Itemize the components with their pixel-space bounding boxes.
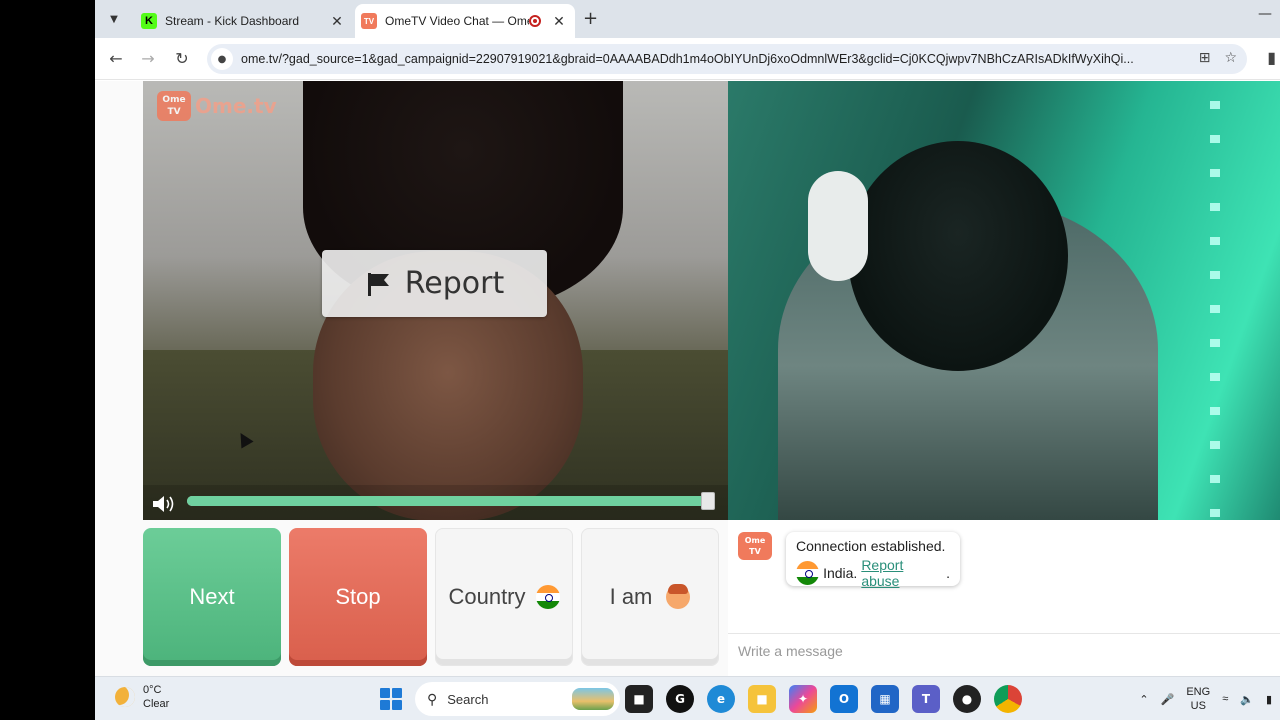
tab-search-chevron-icon[interactable]: ▼ <box>103 8 125 30</box>
tab-title: Stream - Kick Dashboard <box>165 14 300 28</box>
task-view-icon[interactable]: ■ <box>625 685 653 713</box>
stop-button[interactable]: Stop <box>289 528 427 666</box>
kick-icon: K <box>141 13 157 29</box>
region-code: US <box>1190 700 1206 712</box>
tab-strip: ▼ K Stream - Kick Dashboard ✕ TV OmeTV V… <box>95 0 1280 38</box>
temperature: 0°C <box>143 684 162 696</box>
report-abuse-link[interactable]: Report abuse <box>861 557 942 589</box>
flag-icon <box>367 272 389 296</box>
self-video: Ome TV Ome.tv Report <box>143 81 728 520</box>
ome-tv-icon: TV <box>361 13 377 29</box>
edge-icon[interactable]: e <box>707 685 735 713</box>
india-flag-icon <box>535 585 560 609</box>
address-bar[interactable]: ● ome.tv/?gad_source=1&gad_campaignid=22… <box>207 44 1247 74</box>
file-explorer-icon[interactable]: ■ <box>748 685 776 713</box>
obs-icon[interactable]: ● <box>953 685 981 713</box>
copilot-icon[interactable]: ✦ <box>789 685 817 713</box>
battery-icon[interactable]: ▮ <box>1266 693 1272 706</box>
country-button[interactable]: Country <box>435 528 573 666</box>
taskbar-search[interactable]: ⚲ Search <box>415 682 620 716</box>
microphone-icon[interactable]: 🎤 <box>1161 693 1175 706</box>
tab-ometv[interactable]: TV OmeTV Video Chat — Ome ✕ <box>355 4 575 38</box>
install-app-icon[interactable]: ⊞ <box>1199 50 1211 66</box>
chevron-up-icon[interactable]: ⌃ <box>1139 693 1148 706</box>
stranger-head <box>848 141 1068 371</box>
close-tab-icon[interactable]: ✕ <box>329 13 345 30</box>
volume-handle[interactable] <box>701 492 715 510</box>
volume-fill <box>187 496 709 506</box>
ometv-watermark-logo: Ome TV Ome.tv <box>157 91 277 121</box>
browser-window: ▼ K Stream - Kick Dashboard ✕ TV OmeTV V… <box>95 0 1280 676</box>
search-highlight-image <box>572 688 614 710</box>
minimize-button[interactable]: — <box>1258 6 1272 22</box>
ometv-page: Ome TV Ome.tv Report Next Stop Country I… <box>95 81 1280 676</box>
windows-start-icon[interactable] <box>380 688 402 710</box>
new-tab-button[interactable]: + <box>583 8 598 29</box>
search-icon: ⚲ <box>427 690 438 707</box>
wifi-icon[interactable]: ≈ <box>1222 693 1228 705</box>
language-indicator[interactable]: ENG US <box>1186 685 1210 713</box>
connection-message: Connection established. <box>796 538 946 554</box>
country-label: Country <box>448 584 526 609</box>
bookmark-star-icon[interactable]: ☆ <box>1224 50 1237 66</box>
i-am-button[interactable]: I am <box>581 528 719 666</box>
report-label: Report <box>404 266 505 301</box>
extensions-icon[interactable]: ▮ <box>1267 48 1276 67</box>
speaker-icon[interactable] <box>151 494 179 514</box>
ometv-chat-logo-icon: Ome TV <box>738 532 772 560</box>
ometv-logo-text: Ome.tv <box>195 94 277 118</box>
store-icon[interactable]: ▦ <box>871 685 899 713</box>
period-text: . <box>946 565 950 581</box>
black-sidebar-area <box>0 0 95 720</box>
stop-label: Stop <box>335 584 381 609</box>
message-input-placeholder: Write a message <box>738 642 843 659</box>
report-button[interactable]: Report <box>322 250 547 317</box>
volume-icon[interactable]: 🔈 <box>1240 693 1254 706</box>
close-tab-icon[interactable]: ✕ <box>551 13 567 30</box>
chat-panel: Ome TV Connection established. India. Re… <box>728 520 1280 676</box>
message-input[interactable]: Write a message <box>728 633 1280 667</box>
tab-title: OmeTV Video Chat — Ome <box>385 14 529 28</box>
weather-widget[interactable]: 0°C Clear <box>115 683 169 711</box>
system-message-bubble: Connection established. India. Report ab… <box>786 532 960 589</box>
outlook-icon[interactable]: O <box>830 685 858 713</box>
moon-icon <box>115 687 135 707</box>
led-strip <box>1210 101 1220 520</box>
forward-icon[interactable]: → <box>137 48 159 70</box>
next-button[interactable]: Next <box>143 528 281 666</box>
tab-kick-dashboard[interactable]: K Stream - Kick Dashboard ✕ <box>135 4 353 38</box>
chrome-icon[interactable] <box>994 685 1022 713</box>
india-flag-icon <box>796 561 820 585</box>
g-app-icon[interactable]: G <box>666 685 694 713</box>
lang-code: ENG <box>1186 686 1211 698</box>
i-am-label: I am <box>609 584 653 609</box>
search-label: Search <box>447 691 489 707</box>
camera-permission-icon[interactable]: ● <box>211 48 233 70</box>
address-toolbar: ← → ↻ ● ome.tv/?gad_source=1&gad_campaig… <box>95 38 1280 80</box>
recording-icon <box>529 15 541 27</box>
windows-taskbar: 0°C Clear ⚲ Search ■ G e ■ ✦ O ▦ T ● ⌃ 🎤… <box>95 676 1280 720</box>
url-text: ome.tv/?gad_source=1&gad_campaignid=2290… <box>241 52 1134 66</box>
next-label: Next <box>189 584 235 609</box>
system-tray: ⌃ 🎤 ENG US ≈ 🔈 ▮ <box>1139 685 1272 713</box>
taskbar-apps: ■ G e ■ ✦ O ▦ T ● <box>625 685 1022 713</box>
stranger-video <box>728 81 1280 520</box>
ometv-logo-badge: Ome TV <box>157 91 191 121</box>
volume-slider[interactable] <box>187 492 715 510</box>
headphone-shape <box>808 171 868 281</box>
back-icon[interactable]: ← <box>105 48 127 70</box>
boy-icon <box>666 584 691 609</box>
teams-icon[interactable]: T <box>912 685 940 713</box>
weather-condition: Clear <box>143 698 170 710</box>
reload-icon[interactable]: ↻ <box>171 48 193 70</box>
country-name: India. <box>823 565 858 581</box>
